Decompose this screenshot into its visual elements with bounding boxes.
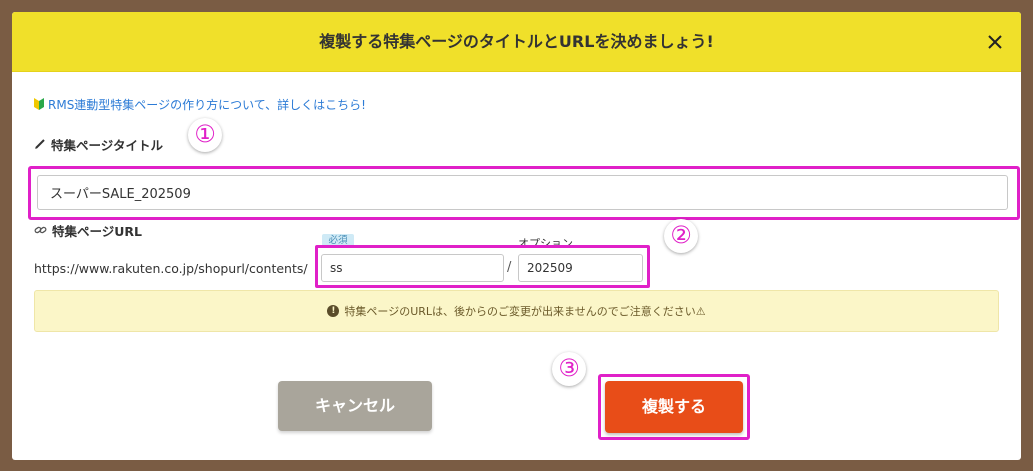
- url-option-input[interactable]: [518, 254, 643, 282]
- duplicate-button-highlight: 複製する: [598, 374, 750, 440]
- cancel-button[interactable]: キャンセル: [278, 381, 432, 431]
- notice-text: 特集ページのURLは、後からのご変更が出来ませんのでご注意ください⚠: [344, 305, 706, 318]
- url-inputs-highlight: /: [315, 245, 650, 288]
- info-icon: !: [327, 305, 340, 317]
- close-button[interactable]: [983, 30, 1007, 54]
- dialog-title: 複製する特集ページのタイトルとURLを決めましょう!: [319, 32, 714, 51]
- step-2-marker: ②: [664, 219, 698, 253]
- help-link-text[interactable]: RMS連動型特集ページの作り方について、詳しくはこちら!: [48, 96, 366, 113]
- title-input-highlight: [28, 166, 1020, 220]
- help-link[interactable]: RMS連動型特集ページの作り方について、詳しくはこちら!: [34, 96, 366, 112]
- step-3-marker: ③: [552, 352, 586, 386]
- pencil-icon: [35, 139, 45, 149]
- url-field-label-text: 特集ページURL: [52, 223, 142, 239]
- url-field-label: 特集ページURL: [34, 222, 142, 239]
- page-title-input[interactable]: [37, 175, 1008, 210]
- url-prefix: https://www.rakuten.co.jp/shopurl/conten…: [34, 261, 308, 276]
- link-icon: [34, 226, 47, 234]
- url-separator: /: [507, 260, 512, 275]
- title-field-label-text: 特集ページタイトル: [51, 137, 164, 153]
- duplicate-page-dialog: 複製する特集ページのタイトルとURLを決めましょう! RMS連動型特集ページの作…: [12, 12, 1021, 460]
- duplicate-button[interactable]: 複製する: [605, 381, 743, 433]
- dialog-header: 複製する特集ページのタイトルとURLを決めましょう!: [12, 12, 1021, 72]
- step-1-marker: ①: [188, 118, 222, 152]
- title-field-label: 特集ページタイトル: [34, 136, 164, 153]
- close-icon: [988, 35, 1002, 49]
- url-notice: ! 特集ページのURLは、後からのご変更が出来ませんのでご注意ください⚠: [34, 290, 999, 332]
- beginner-mark-icon: [34, 98, 44, 110]
- url-path-input[interactable]: [321, 254, 504, 282]
